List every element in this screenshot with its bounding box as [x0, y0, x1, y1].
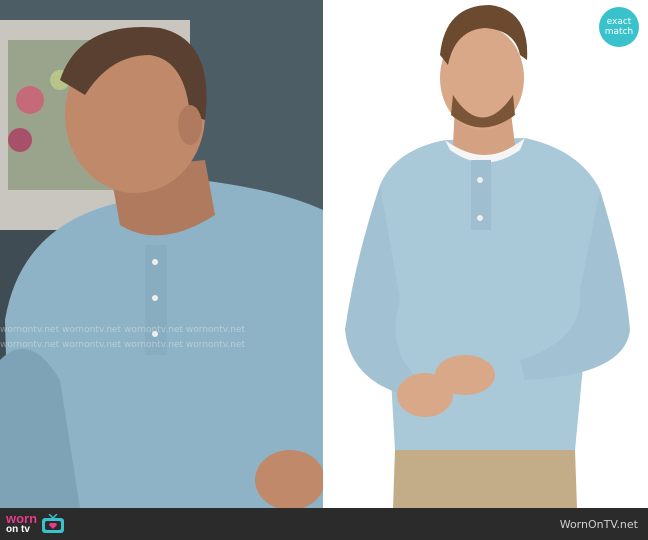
episode-still-photo: wornontv.net wornontv.net wornontv.net w…: [0, 0, 323, 508]
badge-line2: match: [604, 27, 634, 37]
site-name: WornOnTV.net: [559, 518, 638, 531]
tv-icon: [42, 514, 65, 533]
wornontv-logo: worn on tv: [6, 512, 65, 536]
exact-match-badge: exact match: [599, 7, 639, 47]
watermark-text: wornontv.net wornontv.net wornontv.net w…: [0, 325, 246, 335]
watermark-text: wornontv.net wornontv.net wornontv.net w…: [0, 340, 246, 350]
badge-line1: exact: [606, 17, 632, 27]
product-photo: exact match: [325, 0, 648, 508]
product-illustration: [325, 0, 648, 508]
footer-bar: worn on tv WornOnTV.net: [0, 508, 648, 540]
logo-line1: worn: [6, 511, 38, 526]
episode-still-illustration: [0, 0, 323, 508]
